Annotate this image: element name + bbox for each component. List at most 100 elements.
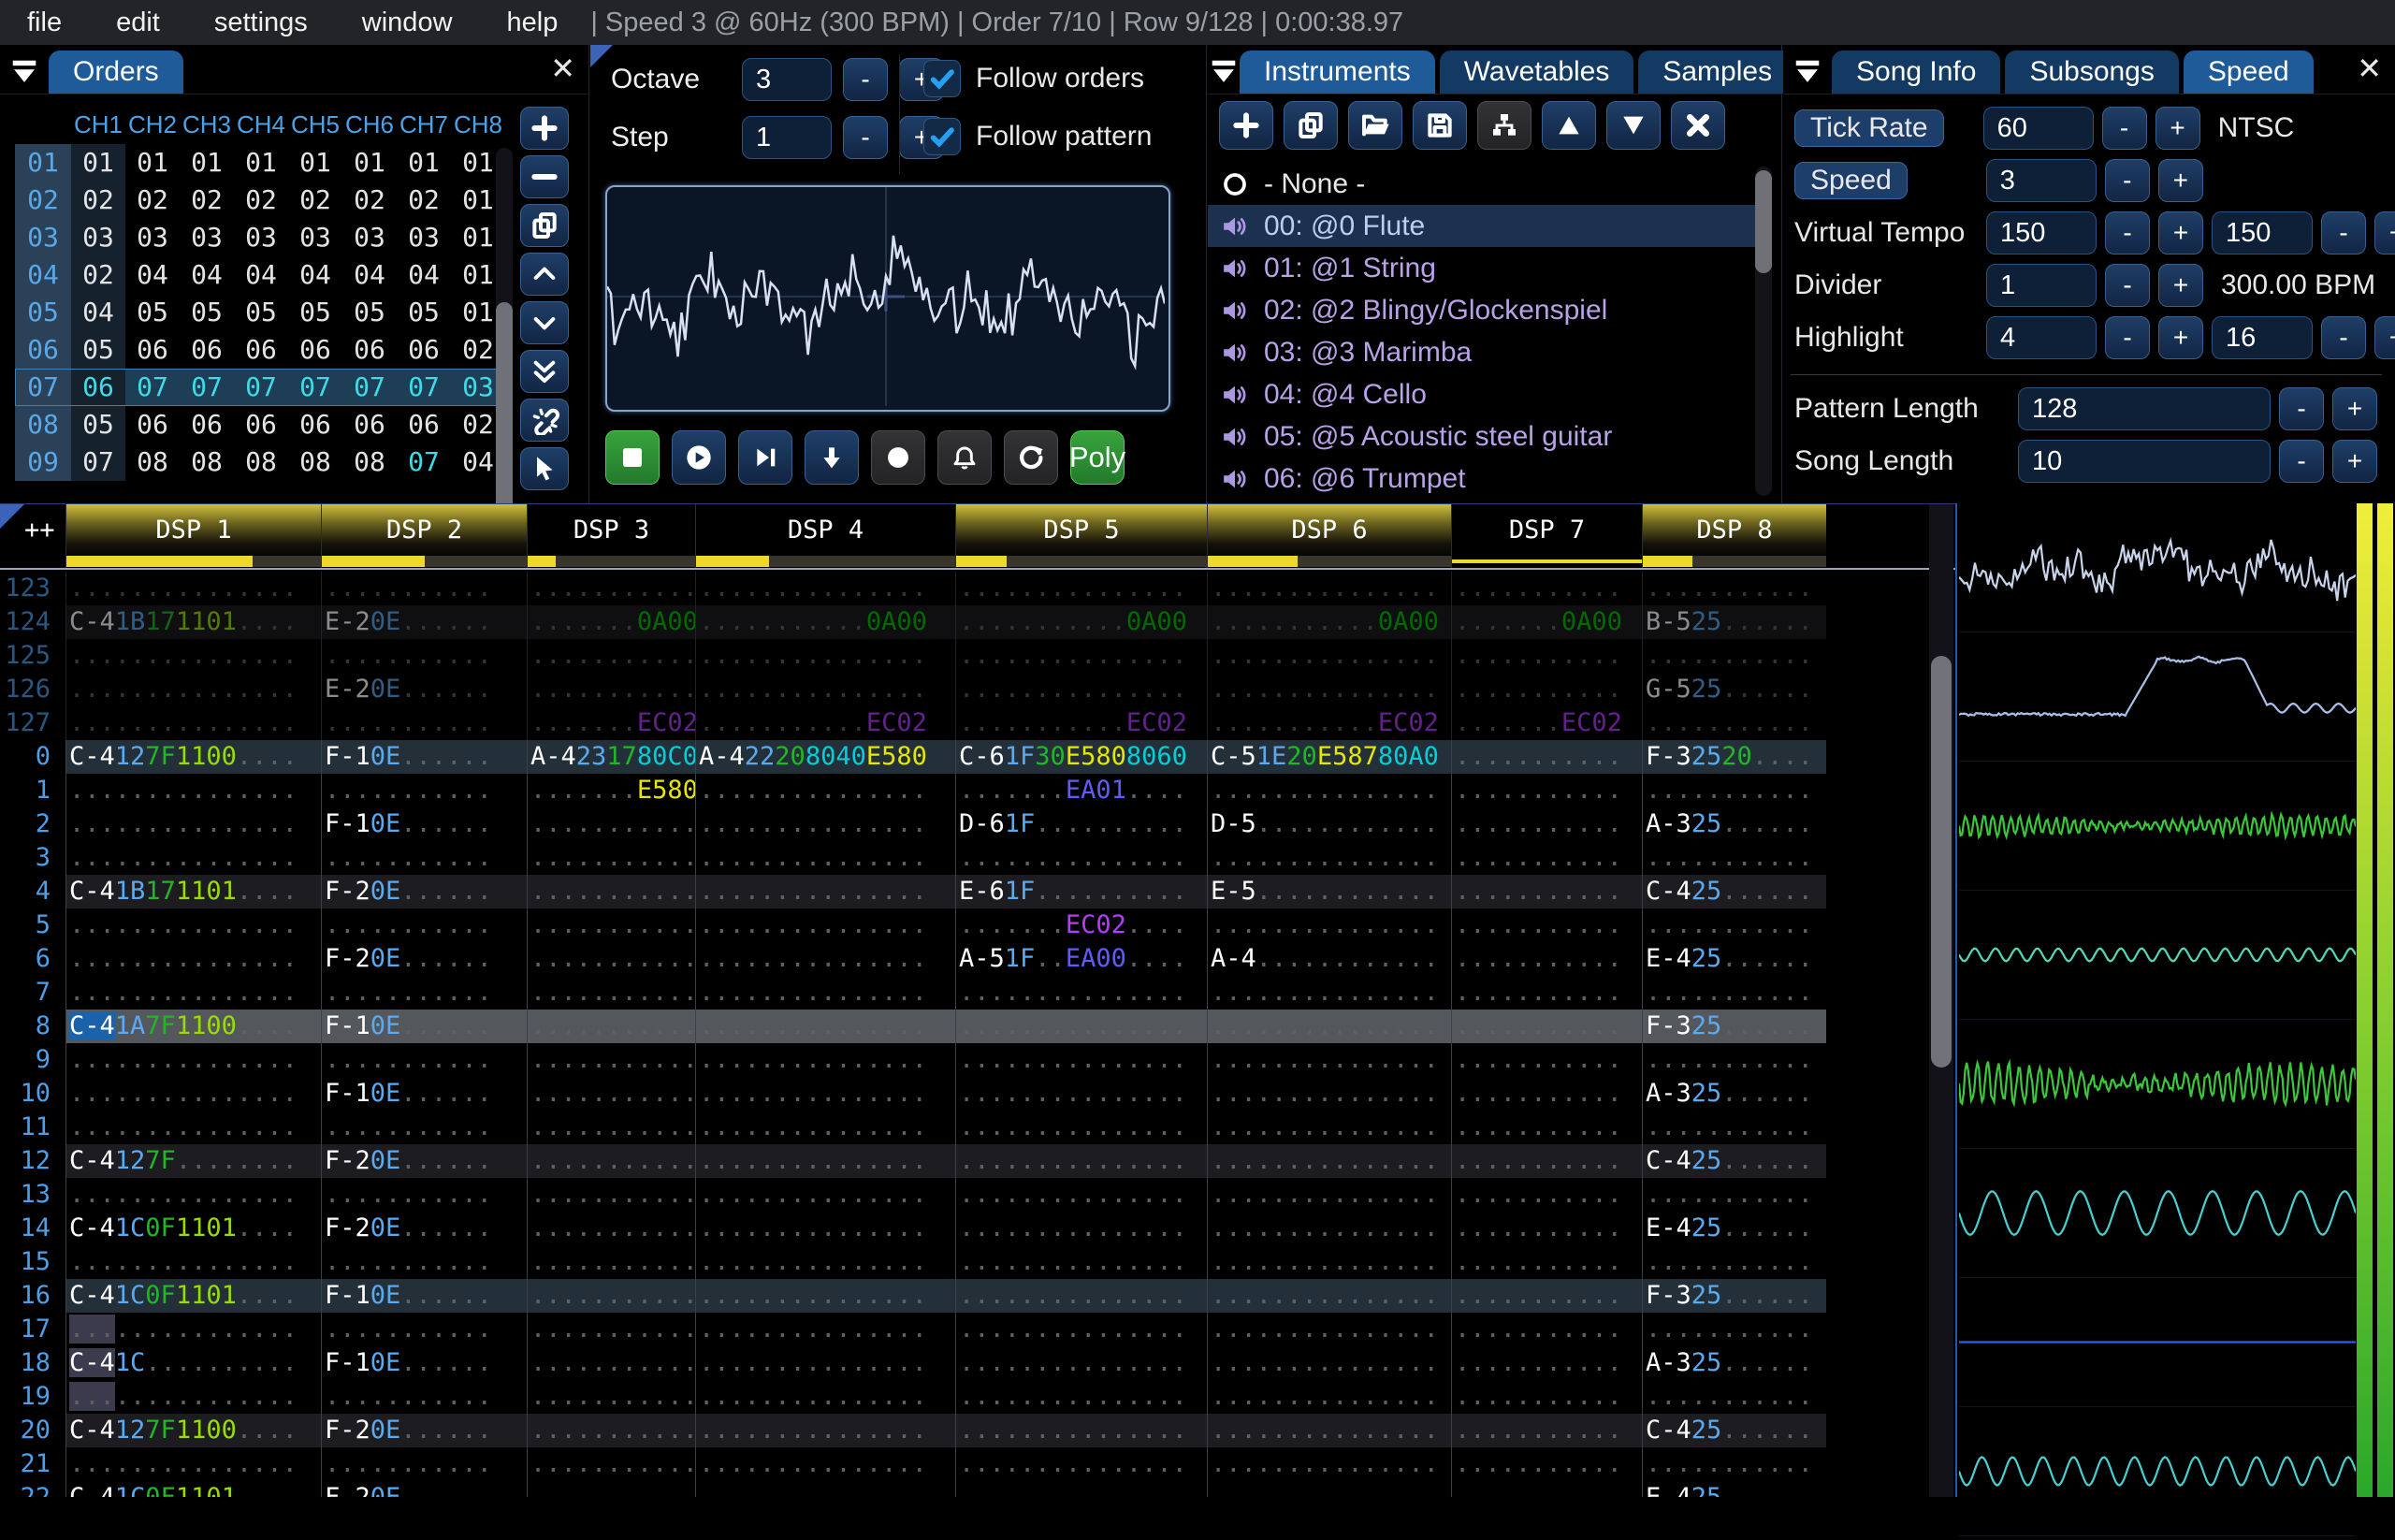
pattern-cell[interactable]: ........... — [1451, 807, 1642, 841]
pattern-cell[interactable]: ........... — [321, 1313, 527, 1346]
pattern-cell[interactable]: ........... — [1451, 1279, 1642, 1313]
pattern-cell[interactable]: ............... — [1207, 908, 1451, 942]
instrument-item[interactable]: 04: @4 Cello — [1208, 373, 1760, 415]
order-cell[interactable]: 06 — [234, 406, 288, 443]
pattern-row-5[interactable]: 5.......................................… — [0, 908, 1955, 942]
pattern-row-8[interactable]: 8 C-41A7F1100.... F-10E...................… — [0, 1010, 1955, 1043]
tab-samples[interactable]: Samples — [1638, 51, 1797, 94]
pattern-cell[interactable]: ............... — [65, 1245, 321, 1279]
pattern-cell[interactable]: ........... — [321, 1447, 527, 1481]
order-cell[interactable]: 07 — [71, 443, 125, 481]
follow-pattern-checkbox[interactable] — [923, 118, 961, 155]
pattern-cell[interactable]: C-41C0F1101.... — [65, 1279, 321, 1313]
pattern-cell[interactable]: F-10E...... — [321, 807, 527, 841]
order-row-06[interactable]: 06 05 06 06 06 06 06 06 02 — [15, 331, 505, 369]
pattern-cell[interactable]: ........... — [527, 673, 695, 706]
pattern-cell[interactable]: F-32520.... — [1642, 740, 1826, 774]
pattern-cell[interactable]: .......E580 — [527, 774, 695, 807]
pattern-cell[interactable]: ........... — [1642, 774, 1826, 807]
pattern-row-11[interactable]: 11......................................… — [0, 1111, 1955, 1144]
pattern-length-input[interactable]: 128 — [2018, 387, 2271, 430]
pattern-cell[interactable]: ............... — [1207, 1212, 1451, 1245]
pattern-cell[interactable]: ...........0A00 — [955, 605, 1207, 639]
pattern-cell[interactable]: F-10E...... — [321, 740, 527, 774]
pattern-length-minus-button[interactable]: - — [2279, 387, 2324, 430]
pattern-cell[interactable]: ............... — [695, 1279, 955, 1313]
song-length-minus-button[interactable]: - — [2279, 440, 2324, 483]
pattern-corner[interactable]: ++ — [0, 504, 65, 555]
pattern-row-10[interactable]: 10............... F-10E..................… — [0, 1077, 1955, 1111]
pattern-cell[interactable]: ............... — [1207, 1144, 1451, 1178]
pattern-cell[interactable]: ............... — [955, 639, 1207, 673]
move-order-up-button[interactable] — [520, 253, 569, 296]
pattern-cell[interactable]: ............... — [695, 1414, 955, 1447]
pattern-cell[interactable]: ........... — [527, 1279, 695, 1313]
delete-instrument-button[interactable] — [1671, 101, 1725, 150]
pattern-cell[interactable]: A-325...... — [1642, 807, 1826, 841]
pattern-length-plus-button[interactable]: + — [2332, 387, 2377, 430]
order-cell[interactable]: 02 — [288, 182, 342, 219]
order-cell[interactable]: 06 — [234, 331, 288, 369]
toggle-folders-button[interactable] — [1477, 101, 1531, 150]
pattern-cell[interactable]: E-20E...... — [321, 673, 527, 706]
pattern-cell[interactable]: ........... — [527, 1043, 695, 1077]
pattern-cell[interactable]: ............... — [1207, 639, 1451, 673]
pattern-row-4[interactable]: 4 C-41B171101.... F-20E...................… — [0, 875, 1955, 908]
pattern-editor[interactable]: ++ DSP 1 DSP 2 DSP 3 DSP 4 DSP 5 DSP 6 DSP 7 DSP… — [0, 503, 1955, 1497]
pattern-cell[interactable]: ............... — [1207, 1380, 1451, 1414]
highlight-second-minus-button[interactable]: - — [2321, 316, 2366, 359]
tick-rate-label[interactable]: Tick Rate — [1794, 109, 1944, 147]
pattern-cell[interactable]: ........... — [1451, 1010, 1642, 1043]
pattern-cell[interactable]: C-4127F........ — [65, 1144, 321, 1178]
pattern-cell[interactable]: F-20E...... — [321, 1481, 527, 1497]
order-edit-mode-button[interactable] — [520, 399, 569, 442]
instruments-scrollbar[interactable] — [1755, 167, 1772, 496]
pattern-cell[interactable]: ........... — [1642, 841, 1826, 875]
order-cell[interactable]: 02 — [234, 182, 288, 219]
pattern-cell[interactable]: C-61F30E5808060 — [955, 740, 1207, 774]
pattern-cell[interactable]: .......EC02.... — [955, 908, 1207, 942]
pattern-row-2[interactable]: 2............... F-10E...................… — [0, 807, 1955, 841]
pattern-row-22[interactable]: 22C-41C0F1101....F-20E..................… — [0, 1481, 1955, 1497]
order-cell[interactable]: 08 — [180, 443, 234, 481]
pattern-cell[interactable]: E-5............ — [1207, 875, 1451, 908]
pattern-row-16[interactable]: 16 C-41C0F1101.... F-10E..................… — [0, 1279, 1955, 1313]
orders-grid[interactable]: CH1 CH2 CH3 CH4 CH5 CH6 CH7 CH8 01 01 01 01 01 01 01 01… — [15, 105, 505, 481]
pattern-cell[interactable]: ............... — [1207, 1245, 1451, 1279]
pattern-cell[interactable]: ............... — [695, 1380, 955, 1414]
order-cell[interactable]: 06 — [125, 406, 180, 443]
order-cell[interactable]: 07 — [125, 369, 180, 406]
pattern-row-1[interactable]: 1.......................... .......E580..… — [0, 774, 1955, 807]
pattern-cell[interactable]: C-4127F1100.... — [65, 1414, 321, 1447]
order-row-05[interactable]: 05 04 05 05 05 05 05 05 01 — [15, 294, 505, 331]
order-cell[interactable]: 03 — [71, 219, 125, 256]
pattern-cell[interactable]: E-425...... — [1642, 1481, 1826, 1497]
pattern-cell[interactable]: ............... — [955, 1481, 1207, 1497]
order-cell[interactable]: 05 — [342, 294, 397, 331]
pattern-cell[interactable]: ........... — [527, 1481, 695, 1497]
speed-input[interactable]: 3 — [1985, 159, 2097, 202]
pattern-cell[interactable]: ............... — [955, 1245, 1207, 1279]
song-length-input[interactable]: 10 — [2018, 440, 2271, 483]
tick-rate-minus-button[interactable]: - — [2101, 107, 2147, 150]
pattern-cell[interactable]: F-325...... — [1642, 1010, 1826, 1043]
pattern-row-19[interactable]: 19......................................… — [0, 1380, 1955, 1414]
pattern-cell[interactable]: ............... — [1207, 1010, 1451, 1043]
pattern-cell[interactable]: ............... — [1207, 1111, 1451, 1144]
pattern-cell[interactable]: ...........0A00 — [1207, 605, 1451, 639]
order-row-09[interactable]: 09 07 08 08 08 08 08 07 04 — [15, 443, 505, 481]
channel-header-dsp-2[interactable]: DSP 2 — [321, 504, 527, 555]
order-cell[interactable]: 06 — [71, 369, 125, 406]
pattern-row-0[interactable]: 0 C-4127F1100.... F-10E...... A-4231780C0 A-… — [0, 740, 1955, 774]
pattern-cell[interactable]: ............... — [955, 1111, 1207, 1144]
pattern-cell[interactable]: ........... — [527, 1245, 695, 1279]
pattern-cell[interactable]: F-20E...... — [321, 1414, 527, 1447]
pattern-cell[interactable]: ........... — [527, 807, 695, 841]
order-cell[interactable]: 06 — [180, 331, 234, 369]
order-cell[interactable]: 03 — [397, 219, 451, 256]
tab-speed[interactable]: Speed — [2183, 51, 2314, 94]
tick-rate-plus-button[interactable]: + — [2155, 107, 2200, 150]
pattern-cell[interactable]: ............... — [65, 1447, 321, 1481]
pattern-cell[interactable]: ........... — [321, 841, 527, 875]
pattern-cell[interactable]: ........... — [1451, 1212, 1642, 1245]
